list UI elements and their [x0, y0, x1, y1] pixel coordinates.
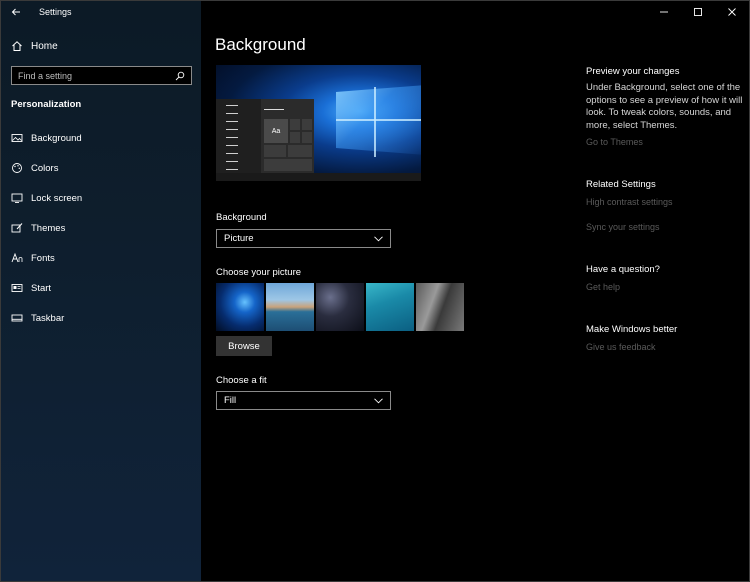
fit-dropdown[interactable]: Fill: [216, 391, 391, 410]
search-input[interactable]: [18, 70, 175, 81]
sidebar-item-label: Fonts: [31, 252, 55, 264]
start-icon: [11, 282, 23, 294]
sidebar-item-label: Start: [31, 282, 52, 294]
sidebar-item-colors[interactable]: Colors: [1, 153, 201, 183]
picture-thumbnail[interactable]: [266, 283, 314, 331]
picture-thumbnail[interactable]: [416, 283, 464, 331]
settings-window: Settings Home Personalization Background: [0, 0, 750, 582]
page-title: Background: [215, 35, 306, 54]
feedback-link[interactable]: Give us feedback: [586, 342, 656, 352]
go-to-themes-link[interactable]: Go to Themes: [586, 137, 643, 147]
fit-label: Choose a fit: [216, 375, 267, 386]
chevron-down-icon: [374, 235, 383, 241]
sidebar-item-label: Lock screen: [31, 192, 83, 204]
get-help-link[interactable]: Get help: [586, 282, 620, 292]
choose-picture-label: Choose your picture: [216, 267, 302, 278]
back-arrow-icon: [11, 8, 20, 16]
related-settings-title: Related Settings: [586, 179, 656, 190]
background-dropdown[interactable]: Picture: [216, 229, 391, 248]
preview-changes-title: Preview your changes: [586, 66, 680, 77]
picture-thumbnails: [216, 283, 464, 331]
background-label: Background: [216, 212, 267, 223]
picture-thumbnail[interactable]: [316, 283, 364, 331]
brush-icon: [11, 222, 23, 234]
sync-settings-link[interactable]: Sync your settings: [586, 222, 660, 232]
sidebar-item-label: Colors: [31, 162, 59, 174]
app-title: Settings: [39, 7, 72, 17]
palette-icon: [11, 162, 23, 174]
taskbar-icon: [11, 312, 23, 324]
sidebar-item-label: Background: [31, 132, 82, 144]
high-contrast-link[interactable]: High contrast settings: [586, 197, 673, 207]
picture-icon: [11, 132, 23, 144]
home-link[interactable]: Home: [11, 37, 58, 55]
picture-thumbnail[interactable]: [216, 283, 264, 331]
sidebar-item-taskbar[interactable]: Taskbar: [1, 303, 201, 333]
chevron-down-icon: [374, 397, 383, 403]
preview-tile: Aa: [264, 119, 288, 143]
search-icon[interactable]: [175, 71, 185, 81]
sidebar-item-label: Taskbar: [31, 312, 65, 324]
sidebar-item-themes[interactable]: Themes: [1, 213, 201, 243]
picture-thumbnail[interactable]: [366, 283, 414, 331]
sidebar-item-background[interactable]: Background: [1, 123, 201, 153]
sidebar-item-label: Themes: [31, 222, 66, 234]
section-title: Personalization: [11, 99, 82, 110]
home-icon: [11, 40, 23, 52]
preview-start-menu: Aa: [216, 99, 314, 173]
background-preview: Aa: [216, 65, 421, 181]
preview-changes-text: Under Background, select one of the opti…: [586, 82, 743, 131]
sidebar-item-fonts[interactable]: Fonts: [1, 243, 201, 273]
home-label: Home: [31, 40, 58, 52]
background-dropdown-value: Picture: [224, 233, 254, 244]
question-title: Have a question?: [586, 264, 660, 275]
back-button[interactable]: [1, 1, 31, 23]
titlebar: Settings: [1, 1, 72, 23]
sidebar-item-lock-screen[interactable]: Lock screen: [1, 183, 201, 213]
make-windows-better-title: Make Windows better: [586, 324, 678, 335]
fit-dropdown-value: Fill: [224, 395, 237, 406]
fonts-icon: [11, 252, 23, 264]
monitor-icon: [11, 192, 23, 204]
sidebar-nav: Background Colors Lock screen Themes Fon…: [1, 123, 201, 333]
search-box[interactable]: [11, 66, 192, 85]
browse-button[interactable]: Browse: [216, 336, 272, 356]
sidebar-item-start[interactable]: Start: [1, 273, 201, 303]
sidebar: Settings Home Personalization Background: [1, 1, 201, 581]
